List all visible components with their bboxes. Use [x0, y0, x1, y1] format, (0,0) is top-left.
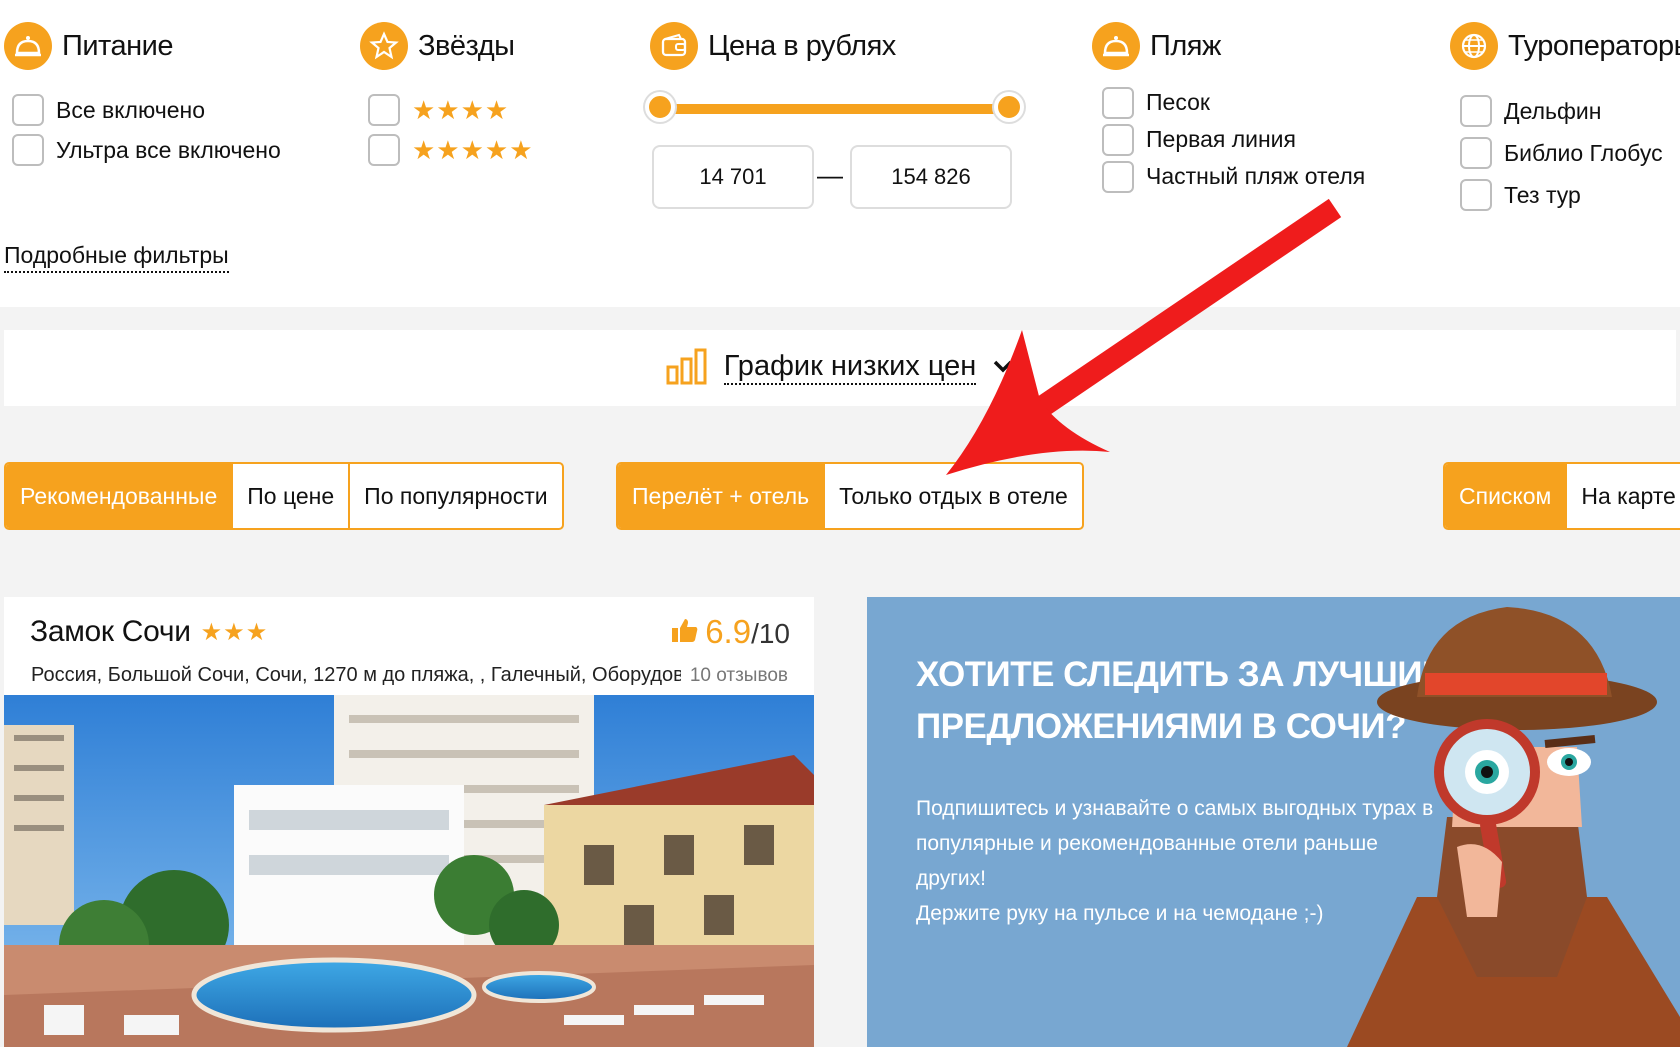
hotel-only-button[interactable]: Только отдых в отеле — [825, 464, 1082, 528]
price-filter: Цена в рублях — [650, 22, 896, 70]
checkbox[interactable] — [12, 94, 44, 126]
price-filter-title: Цена в рублях — [650, 22, 896, 70]
checkbox[interactable] — [368, 134, 400, 166]
hotel-stars-icon: ★★★ — [200, 618, 269, 646]
operator-option-delfin[interactable]: Дельфин — [1460, 90, 1680, 132]
bar-chart-icon — [666, 347, 708, 390]
checkbox[interactable] — [368, 94, 400, 126]
beach-option-private[interactable]: Частный пляж отеля — [1102, 158, 1365, 195]
stars-option-5[interactable]: ★★★★★ — [368, 130, 534, 170]
food-option-ultra-all-inclusive[interactable]: Ультра все включено — [12, 130, 281, 170]
hotel-name[interactable]: Замок Сочи — [30, 615, 191, 649]
low-price-chart-label: График низких цен — [723, 350, 977, 385]
price-max-input[interactable]: 154 826 — [850, 145, 1012, 209]
hotel-reviews-link[interactable]: 10 отзывов — [690, 665, 788, 687]
beach-filter: Пляж Песок Первая линия Частный пляж оте… — [1092, 22, 1365, 195]
tour-type-selector: Перелёт + отель Только отдых в отеле — [616, 462, 1084, 530]
checkbox[interactable] — [12, 134, 44, 166]
sort-selector: Рекомендованные По цене По популярности — [4, 462, 564, 530]
hotel-card[interactable]: Замок Сочи ★★★ 6.9/10 Россия, Большой Со… — [4, 597, 814, 1047]
beach-filter-title: Пляж — [1092, 22, 1365, 70]
stars-filter-title: Звёзды — [360, 22, 534, 70]
list-view-button[interactable]: Списком — [1445, 464, 1568, 528]
price-range-track[interactable] — [660, 104, 1010, 114]
hotel-photo[interactable] — [4, 695, 814, 1047]
cloche-icon — [4, 22, 52, 70]
globe-icon — [1450, 22, 1498, 70]
detailed-filters-link[interactable]: Подробные фильтры — [4, 242, 229, 273]
rating-value: 6.9 — [705, 613, 752, 650]
hotel-header: Замок Сочи ★★★ — [30, 615, 268, 649]
price-separator: — — [817, 160, 843, 190]
rating-max: /10 — [751, 618, 790, 649]
cloche-icon — [1092, 22, 1140, 70]
view-selector: Списком На карте — [1443, 462, 1680, 530]
operators-filter: Туроператоры Дельфин Библио Глобус Тез т… — [1450, 22, 1680, 216]
food-filter-title: Питание — [4, 22, 281, 70]
beach-option-first-line[interactable]: Первая линия — [1102, 121, 1365, 158]
stars-filter: Звёзды ★★★★ ★★★★★ — [360, 22, 534, 170]
price-max-handle[interactable] — [994, 92, 1024, 122]
checkbox[interactable] — [1460, 95, 1492, 127]
five-stars-icon: ★★★★★ — [412, 134, 534, 165]
sort-price-button[interactable]: По цене — [233, 464, 351, 528]
hotel-rating: 6.9/10 — [671, 613, 790, 651]
sort-popularity-button[interactable]: По популярности — [350, 464, 561, 528]
filters-panel: Питание Все включено Ультра все включено… — [0, 0, 1680, 307]
subscribe-promo: ХОТИТЕ СЛЕДИТЬ ЗА ЛУЧШИМИ ПРЕДЛОЖЕНИЯМИ … — [867, 597, 1680, 1047]
four-stars-icon: ★★★★ — [412, 94, 510, 125]
sort-recommended-button[interactable]: Рекомендованные — [6, 464, 234, 528]
food-filter: Питание Все включено Ультра все включено — [4, 22, 281, 170]
operator-option-biblio-globus[interactable]: Библио Глобус — [1460, 132, 1680, 174]
checkbox[interactable] — [1102, 123, 1134, 156]
wallet-icon — [650, 22, 698, 70]
checkbox[interactable] — [1460, 137, 1492, 169]
stars-option-4[interactable]: ★★★★ — [368, 90, 534, 130]
star-icon — [360, 22, 408, 70]
operators-filter-title: Туроператоры — [1450, 22, 1680, 70]
operator-option-tez-tour[interactable]: Тез тур — [1460, 174, 1680, 216]
beach-option-sand[interactable]: Песок — [1102, 84, 1365, 121]
checkbox[interactable] — [1102, 86, 1134, 119]
price-min-input[interactable]: 14 701 — [652, 145, 814, 209]
flight-hotel-button[interactable]: Перелёт + отель — [618, 464, 826, 528]
checkbox[interactable] — [1102, 160, 1134, 193]
hotel-location: Россия, Большой Сочи, Сочи, 1270 м до пл… — [31, 664, 681, 686]
price-min-handle[interactable] — [645, 92, 675, 122]
low-price-chart-toggle[interactable]: График низких цен — [4, 330, 1676, 406]
chevron-down-icon — [992, 358, 1014, 379]
map-view-button[interactable]: На карте — [1567, 464, 1680, 528]
detective-illustration — [1307, 597, 1680, 1047]
food-option-all-inclusive[interactable]: Все включено — [12, 90, 281, 130]
checkbox[interactable] — [1460, 179, 1492, 211]
thumbs-up-icon — [671, 617, 699, 648]
